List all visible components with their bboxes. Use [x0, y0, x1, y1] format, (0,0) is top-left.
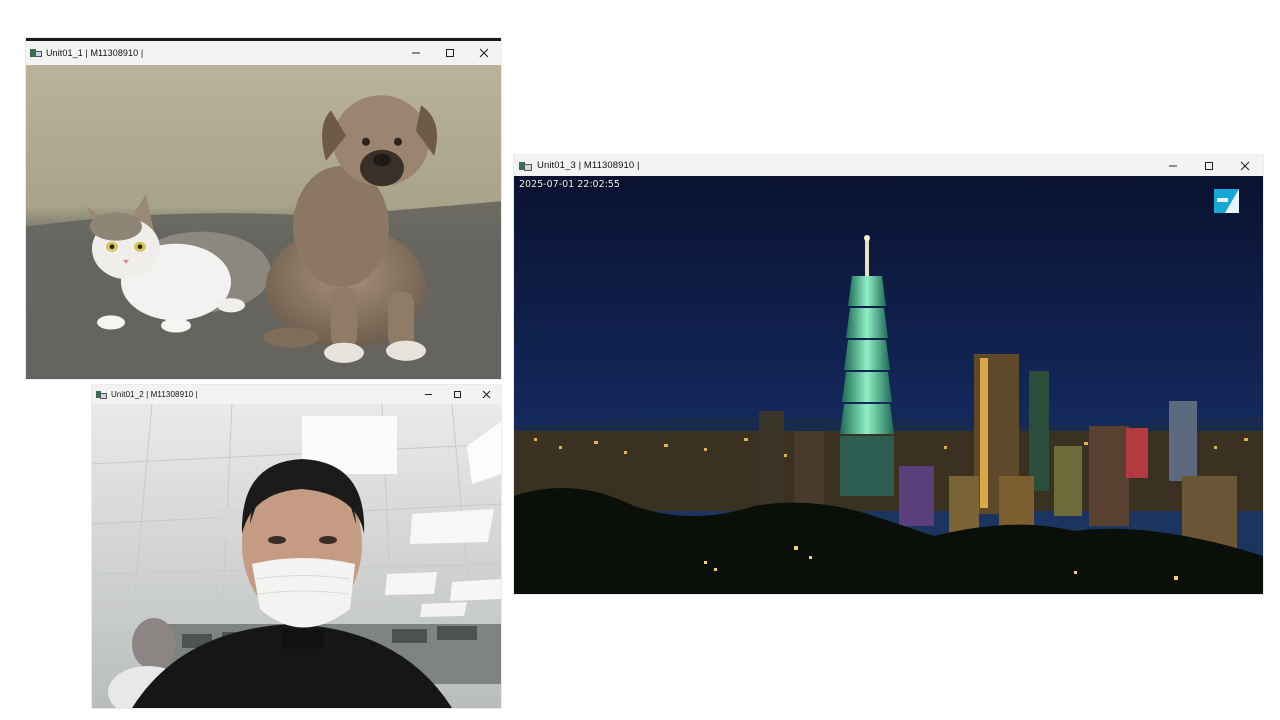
opencv-window-icon	[519, 161, 532, 171]
title-bar[interactable]: Unit01_1 | M11308910 |	[26, 41, 501, 65]
maximize-button[interactable]	[433, 41, 467, 65]
close-button[interactable]	[472, 385, 501, 404]
title-bar[interactable]: Unit01_2 | M11308910 |	[92, 385, 501, 404]
minimize-icon	[1169, 165, 1177, 166]
maximize-button[interactable]	[443, 385, 472, 404]
minimize-button[interactable]	[1155, 155, 1191, 176]
minimize-button[interactable]	[414, 385, 443, 404]
maximize-button[interactable]	[1191, 155, 1227, 176]
cat-and-puppy-photo	[26, 65, 501, 379]
maximize-icon	[446, 49, 454, 57]
taipei-night-skyline	[514, 176, 1263, 594]
opencv-window-icon	[30, 48, 42, 58]
image-view	[26, 65, 501, 379]
window-title: Unit01_2 | M11308910 |	[111, 390, 198, 399]
image-view: 2025-07-01 22:02:55	[514, 176, 1263, 594]
minimize-icon	[425, 394, 432, 395]
maximize-icon	[454, 391, 461, 398]
timestamp-overlay: 2025-07-01 22:02:55	[519, 179, 620, 190]
channel-logo-icon	[1214, 189, 1239, 213]
image-view	[92, 404, 501, 708]
window-unit01-1[interactable]: Unit01_1 | M11308910 |	[26, 38, 501, 379]
close-icon	[1240, 161, 1250, 170]
title-bar[interactable]: Unit01_3 | M11308910 |	[514, 155, 1263, 176]
maximize-icon	[1205, 161, 1213, 170]
minimize-icon	[412, 52, 420, 54]
minimize-button[interactable]	[399, 41, 433, 65]
close-icon	[479, 48, 489, 58]
close-button[interactable]	[1227, 155, 1263, 176]
webcam-person-with-mask	[92, 404, 501, 708]
window-title: Unit01_1 | M11308910 |	[46, 48, 144, 58]
window-unit01-2[interactable]: Unit01_2 | M11308910 |	[92, 385, 501, 708]
close-button[interactable]	[467, 41, 501, 65]
opencv-window-icon	[96, 390, 107, 399]
window-unit01-3[interactable]: Unit01_3 | M11308910 | 2025-07-01 22:02:…	[514, 155, 1263, 594]
close-icon	[482, 390, 491, 399]
window-title: Unit01_3 | M11308910 |	[537, 160, 640, 171]
